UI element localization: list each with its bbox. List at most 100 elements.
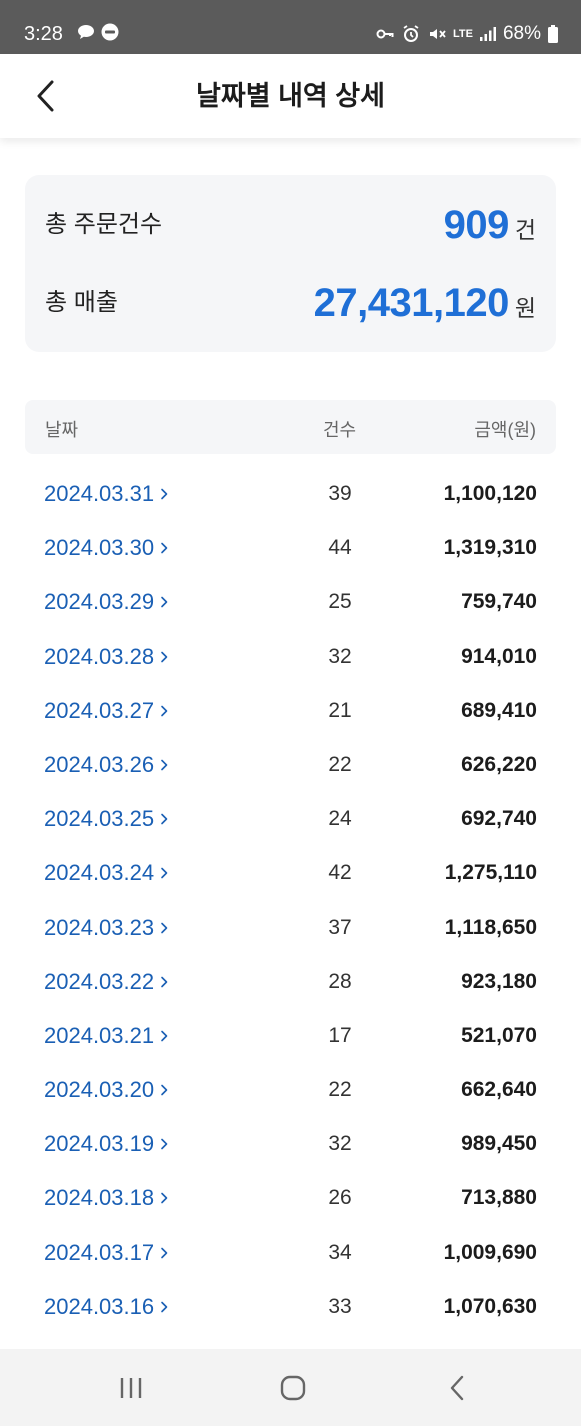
- alarm-icon: [403, 25, 419, 42]
- table-row[interactable]: 2024.03.22 28 923,180: [25, 954, 556, 1008]
- date-link[interactable]: 2024.03.26: [44, 751, 168, 779]
- chevron-right-icon: [161, 813, 168, 825]
- table-row[interactable]: 2024.03.23 37 1,118,650: [25, 900, 556, 954]
- chevron-right-icon: [161, 1247, 168, 1258]
- date-text: 2024.03.29: [44, 589, 155, 615]
- page-title: 날짜별 내역 상세: [196, 81, 385, 111]
- order-count: 33: [328, 1294, 352, 1318]
- sales-amount: 759,740: [461, 590, 537, 614]
- recents-button[interactable]: [114, 1373, 148, 1403]
- date-text: 2024.03.23: [44, 914, 155, 940]
- back-icon: [450, 1375, 464, 1401]
- sales-amount: 713,880: [461, 1186, 537, 1210]
- table-row[interactable]: 2024.03.19 32 989,450: [25, 1116, 556, 1170]
- total-orders-label: 총 주문건수: [45, 211, 163, 238]
- table-row[interactable]: 2024.03.16 33 1,070,630: [25, 1279, 556, 1333]
- column-header-amount: 금액(원): [474, 420, 536, 440]
- order-count: 28: [328, 969, 352, 993]
- total-orders-value: 909: [443, 203, 510, 247]
- table-row[interactable]: 2024.03.25 24 692,740: [25, 791, 556, 845]
- order-count: 25: [328, 590, 352, 614]
- order-count: 24: [328, 807, 352, 831]
- date-text: 2024.03.27: [44, 697, 155, 723]
- order-count: 26: [328, 1186, 352, 1210]
- date-link[interactable]: 2024.03.16: [44, 1293, 168, 1321]
- system-icons: LTE 68%: [375, 20, 559, 48]
- recents-icon: [120, 1378, 142, 1398]
- mute-icon: [429, 29, 446, 39]
- date-text: 2024.03.31: [44, 481, 155, 506]
- date-link[interactable]: 2024.03.28: [44, 643, 168, 671]
- chevron-right-icon: [161, 1030, 168, 1042]
- sales-amount: 1,070,630: [443, 1294, 537, 1318]
- home-icon: [280, 1375, 306, 1401]
- home-button[interactable]: [276, 1373, 310, 1403]
- notification-icons: [76, 22, 120, 42]
- table-row[interactable]: 2024.03.29 25 759,740: [25, 574, 556, 628]
- date-link[interactable]: 2024.03.23: [44, 914, 168, 942]
- nav-back-button[interactable]: [440, 1373, 474, 1403]
- date-link[interactable]: 2024.03.22: [44, 968, 168, 996]
- total-sales-row: 총 매출 27,431,120 원: [45, 273, 536, 333]
- table-row[interactable]: 2024.03.30 44 1,319,310: [25, 520, 556, 574]
- chevron-right-icon: [161, 542, 168, 554]
- sales-amount: 662,640: [461, 1078, 537, 1102]
- table-row[interactable]: 2024.03.17 34 1,009,690: [25, 1225, 556, 1279]
- vpn-key-icon: [376, 29, 394, 39]
- table-row[interactable]: 2024.03.21 17 521,070: [25, 1008, 556, 1062]
- order-count: 37: [328, 915, 352, 939]
- table-row[interactable]: 2024.03.28 32 914,010: [25, 629, 556, 683]
- date-text: 2024.03.20: [44, 1077, 155, 1103]
- chat-bubble-icon: [78, 25, 94, 39]
- chevron-right-icon: [161, 868, 168, 879]
- total-sales-label: 총 매출: [45, 289, 118, 316]
- chevron-right-icon: [161, 488, 168, 500]
- date-text: 2024.03.21: [44, 1022, 155, 1048]
- table-row[interactable]: 2024.03.18 26 713,880: [25, 1170, 556, 1224]
- sales-amount: 989,450: [461, 1132, 537, 1156]
- date-link[interactable]: 2024.03.18: [44, 1184, 168, 1212]
- date-text: 2024.03.17: [44, 1239, 155, 1265]
- date-text: 2024.03.25: [44, 806, 155, 832]
- sales-amount: 689,410: [461, 698, 537, 722]
- date-link[interactable]: 2024.03.31: [44, 480, 168, 508]
- status-time: 3:28: [24, 23, 63, 45]
- date-link[interactable]: 2024.03.21: [44, 1022, 168, 1050]
- date-link[interactable]: 2024.03.20: [44, 1076, 168, 1104]
- date-link[interactable]: 2024.03.24: [44, 859, 168, 887]
- table-row[interactable]: 2024.03.26 22 626,220: [25, 737, 556, 791]
- table-row[interactable]: 2024.03.27 21 689,410: [25, 683, 556, 737]
- table-row[interactable]: 2024.03.31 39 1,100,120: [25, 466, 556, 520]
- chevron-right-icon: [161, 705, 168, 717]
- date-link[interactable]: 2024.03.30: [44, 534, 168, 562]
- sales-amount: 1,118,650: [444, 915, 537, 939]
- date-text: 2024.03.19: [44, 1131, 155, 1157]
- date-link[interactable]: 2024.03.27: [44, 697, 168, 725]
- date-link[interactable]: 2024.03.17: [44, 1239, 168, 1267]
- chevron-right-icon: [161, 759, 168, 771]
- chevron-right-icon: [161, 651, 168, 662]
- total-sales-value: 27,431,120: [313, 281, 510, 325]
- order-count: 34: [328, 1240, 352, 1264]
- date-text: 2024.03.26: [44, 751, 155, 777]
- date-link[interactable]: 2024.03.29: [44, 588, 168, 616]
- table-row[interactable]: 2024.03.24 42 1,275,110: [25, 845, 556, 899]
- sales-amount: 923,180: [461, 969, 537, 993]
- date-link[interactable]: 2024.03.25: [44, 805, 168, 833]
- order-count: 21: [328, 698, 352, 722]
- table-row[interactable]: 2024.03.20 22 662,640: [25, 1062, 556, 1116]
- sales-amount: 692,740: [461, 807, 537, 831]
- system-nav-bar: [0, 1349, 581, 1426]
- column-header-count: 건수: [323, 420, 357, 440]
- date-text: 2024.03.22: [44, 968, 155, 994]
- date-link[interactable]: 2024.03.19: [44, 1130, 168, 1158]
- sales-amount: 626,220: [461, 752, 537, 776]
- sales-amount: 1,100,120: [443, 482, 537, 505]
- lte-icon: LTE: [452, 27, 473, 40]
- chevron-right-icon: [161, 976, 168, 987]
- date-text: 2024.03.18: [44, 1185, 155, 1211]
- battery-icon: [548, 25, 558, 43]
- chevron-right-icon: [161, 1138, 168, 1150]
- summary-card: 총 주문건수 909 건 총 매출 27,431,120 원: [25, 175, 556, 352]
- sales-amount: 1,009,690: [443, 1240, 537, 1264]
